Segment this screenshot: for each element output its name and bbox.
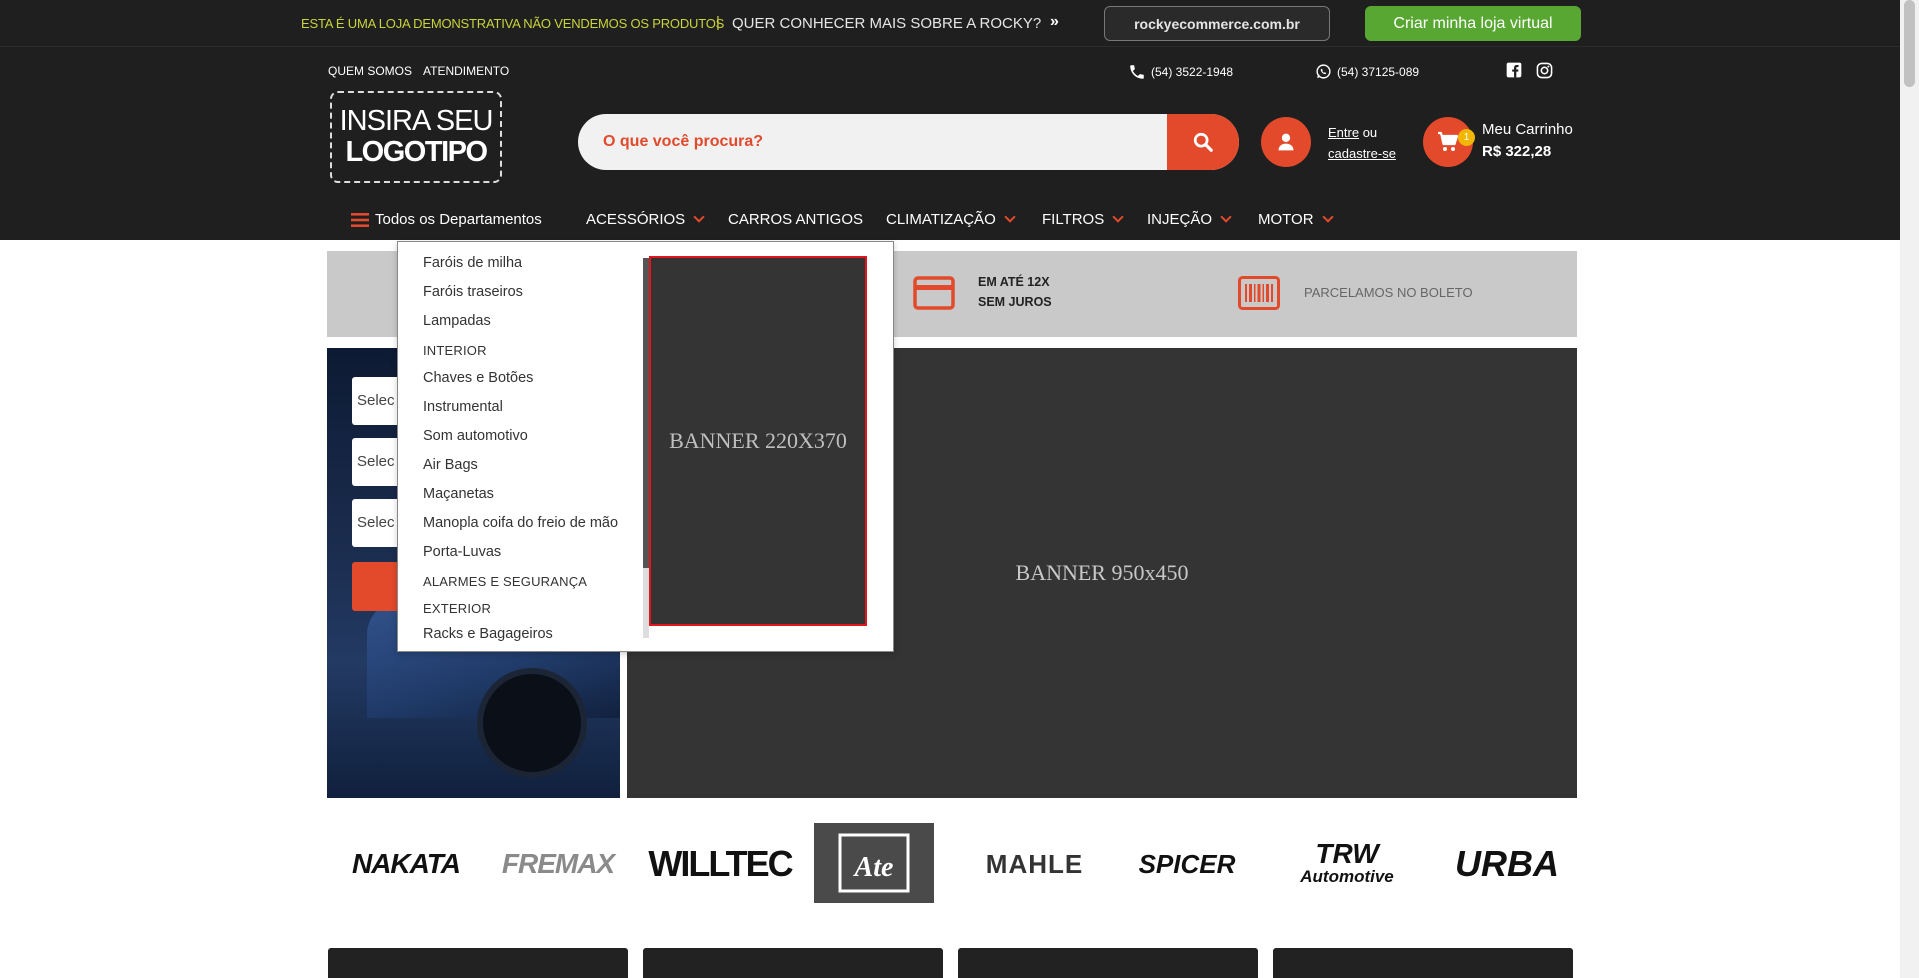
all-departments-label: Todos os Departamentos bbox=[375, 211, 542, 228]
brand-nakata-logo[interactable]: NAKATA bbox=[341, 823, 471, 905]
login-link[interactable]: Entre bbox=[1328, 125, 1359, 140]
dropdown-category-interior[interactable]: INTERIOR bbox=[423, 343, 487, 358]
create-store-button[interactable]: Criar minha loja virtual bbox=[1365, 6, 1581, 41]
phone-contact[interactable]: (54) 3522-1948 bbox=[1128, 63, 1233, 81]
trw-logo-text: TRW bbox=[1315, 838, 1379, 869]
notice-bar: ESTA É UMA LOJA DEMONSTRATIVA NÃO VENDEM… bbox=[0, 0, 1900, 46]
nav-label: CLIMATIZAÇÃO bbox=[886, 211, 996, 228]
support-link[interactable]: ATENDIMENTO bbox=[423, 64, 509, 78]
nav-item-injecao[interactable]: INJEÇÃO bbox=[1147, 211, 1232, 228]
demo-notice: ESTA É UMA LOJA DEMONSTRATIVA NÃO VENDEM… bbox=[301, 16, 725, 31]
installments-line-1: EM ATÉ 12X bbox=[978, 275, 1050, 289]
credit-card-icon bbox=[913, 276, 955, 310]
nav-item-carros-antigos[interactable]: CARROS ANTIGOS bbox=[728, 211, 863, 228]
chevron-down-icon bbox=[1220, 211, 1232, 223]
nav-item-filtros[interactable]: FILTROS bbox=[1042, 211, 1124, 228]
nav-item-acessorios[interactable]: ACESSÓRIOS bbox=[586, 211, 705, 228]
cart-count-badge: 1 bbox=[1458, 129, 1475, 146]
brand-willtec-logo[interactable]: WILLTEC bbox=[645, 823, 795, 905]
trw-logo-subtext: Automotive bbox=[1300, 867, 1394, 886]
page-scrollbar-thumb[interactable] bbox=[1904, 0, 1915, 87]
acessorios-dropdown: Faróis de milha Faróis traseiros Lampada… bbox=[397, 241, 894, 652]
nav-label: INJEÇÃO bbox=[1147, 211, 1213, 228]
brand-fremax-logo[interactable]: FREMAX bbox=[493, 823, 623, 905]
chevron-down-icon bbox=[693, 211, 705, 223]
logo-line-2: LOGOTIPO bbox=[345, 136, 488, 168]
search-input[interactable] bbox=[578, 114, 1168, 170]
installments-line-2: SEM JUROS bbox=[978, 295, 1052, 309]
account-links: Entre ou cadastre-se bbox=[1328, 122, 1396, 164]
dropdown-item-chaves-e-botoes[interactable]: Chaves e Botões bbox=[423, 370, 533, 386]
dropdown-item-porta-luvas[interactable]: Porta-Luvas bbox=[423, 544, 501, 560]
whatsapp-number: (54) 37125-089 bbox=[1337, 64, 1420, 79]
instagram-icon[interactable] bbox=[1536, 62, 1553, 84]
dropdown-item-macanetas[interactable]: Maçanetas bbox=[423, 486, 494, 502]
store-logo[interactable]: INSIRA SEU LOGOTIPO bbox=[330, 91, 502, 183]
nav-label: MOTOR bbox=[1258, 211, 1314, 228]
double-chevron-right-icon[interactable]: » bbox=[1050, 13, 1059, 31]
cart-icon bbox=[1438, 131, 1459, 151]
cart-total: R$ 322,28 bbox=[1482, 143, 1552, 160]
dropdown-category-alarmes[interactable]: ALARMES E SEGURANÇA bbox=[423, 574, 587, 589]
product-card[interactable] bbox=[328, 948, 628, 978]
car-wheel-image bbox=[477, 668, 587, 778]
dropdown-item-instrumental[interactable]: Instrumental bbox=[423, 399, 503, 415]
dropdown-item-farois-de-milha[interactable]: Faróis de milha bbox=[423, 255, 522, 271]
chevron-down-icon bbox=[1321, 211, 1334, 223]
all-departments-menu[interactable]: Todos os Departamentos bbox=[351, 211, 542, 228]
nav-item-climatizacao[interactable]: CLIMATIZAÇÃO bbox=[886, 211, 1016, 228]
dropdown-category-exterior[interactable]: EXTERIOR bbox=[423, 601, 491, 616]
rocky-url-button[interactable]: rockyecommerce.com.br bbox=[1104, 6, 1330, 41]
account-button[interactable] bbox=[1261, 117, 1311, 167]
brand-ate-logo[interactable]: Ate bbox=[814, 823, 934, 903]
header: QUEM SOMOS ATENDIMENTO (54) 3522-1948 (5… bbox=[0, 46, 1900, 240]
search-bar bbox=[578, 114, 1239, 170]
about-link[interactable]: QUEM SOMOS bbox=[328, 64, 412, 78]
chevron-down-icon bbox=[1004, 211, 1016, 223]
dropdown-item-farois-traseiros[interactable]: Faróis traseiros bbox=[423, 284, 523, 300]
hamburger-icon bbox=[351, 212, 369, 227]
phone-icon bbox=[1130, 65, 1144, 79]
dropdown-item-lampadas[interactable]: Lampadas bbox=[423, 313, 491, 329]
user-icon bbox=[1278, 133, 1294, 151]
phone-number: (54) 3522-1948 bbox=[1151, 65, 1234, 79]
installments-benefit: EM ATÉ 12X SEM JUROS bbox=[978, 272, 1052, 312]
brand-trw-logo[interactable]: TRW Automotive bbox=[1277, 823, 1417, 905]
notice-separator: | bbox=[716, 14, 720, 31]
or-text: ou bbox=[1359, 125, 1378, 140]
nav-item-motor[interactable]: MOTOR bbox=[1258, 211, 1334, 228]
more-info-link[interactable]: QUER CONHECER MAIS SOBRE A ROCKY? bbox=[732, 15, 1041, 32]
nav-label: ACESSÓRIOS bbox=[586, 211, 686, 228]
page-scrollbar-track[interactable] bbox=[1900, 0, 1919, 978]
brand-mahle-logo[interactable]: MAHLE bbox=[967, 823, 1102, 905]
dropdown-item-racks[interactable]: Racks e Bagageiros bbox=[423, 626, 553, 642]
search-icon bbox=[1193, 132, 1213, 152]
whatsapp-icon bbox=[1316, 64, 1331, 79]
whatsapp-contact[interactable]: (54) 37125-089 bbox=[1315, 63, 1419, 80]
brand-spicer-logo[interactable]: SPICER bbox=[1127, 823, 1247, 905]
facebook-icon[interactable] bbox=[1506, 62, 1522, 83]
search-button[interactable] bbox=[1167, 114, 1239, 170]
brands-row: NAKATA FREMAX WILLTEC Ate MAHLE SPICER T… bbox=[327, 823, 1577, 905]
dropdown-banner[interactable]: BANNER 220X370 bbox=[649, 256, 867, 626]
barcode-icon bbox=[1238, 276, 1280, 310]
dropdown-item-som-automotivo[interactable]: Som automotivo bbox=[423, 428, 528, 444]
boleto-benefit: PARCELAMOS NO BOLETO bbox=[1304, 285, 1473, 300]
nav-label: FILTROS bbox=[1042, 211, 1105, 228]
chevron-down-icon bbox=[1112, 211, 1124, 223]
register-link[interactable]: cadastre-se bbox=[1328, 146, 1396, 161]
dropdown-item-manopla[interactable]: Manopla coifa do freio de mão bbox=[423, 515, 618, 531]
ate-logo-text: Ate bbox=[853, 852, 894, 883]
main-nav: Todos os Departamentos ACESSÓRIOS CARROS… bbox=[0, 199, 1900, 241]
logo-line-1: INSIRA SEU bbox=[339, 105, 494, 137]
nav-label: CARROS ANTIGOS bbox=[728, 211, 864, 228]
cart-title[interactable]: Meu Carrinho bbox=[1482, 121, 1573, 138]
product-card[interactable] bbox=[1273, 948, 1573, 978]
product-card[interactable] bbox=[643, 948, 943, 978]
product-card[interactable] bbox=[958, 948, 1258, 978]
brand-urba-logo[interactable]: URBA bbox=[1447, 823, 1567, 905]
dropdown-item-air-bags[interactable]: Air Bags bbox=[423, 457, 478, 473]
